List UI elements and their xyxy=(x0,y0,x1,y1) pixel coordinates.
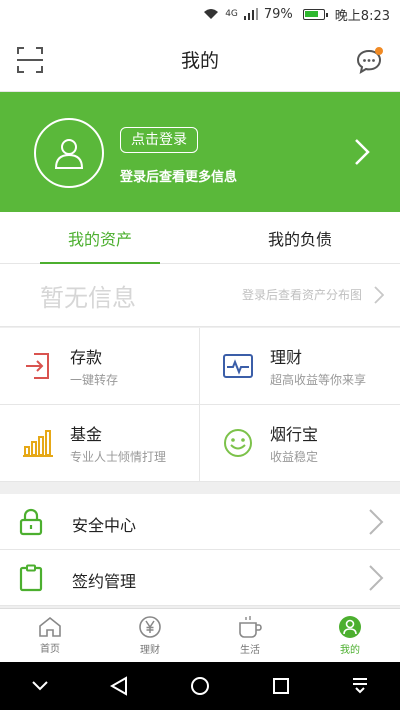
grid-item-finance[interactable]: 理财 超高收益等你来享 xyxy=(200,328,400,405)
user-avatar-icon xyxy=(54,139,84,169)
clock: 晚上8:23 xyxy=(334,8,390,24)
page-title: 我的 xyxy=(180,50,219,72)
bottom-tab-bar: 首页 理财 生活 我的 xyxy=(0,608,400,662)
yen-icon xyxy=(139,616,161,638)
battery-icon xyxy=(299,8,328,20)
tab-label: 首页 xyxy=(40,644,60,655)
product-grid: 存款 一键转存 理财 超高收益等你来享 基金 专业人士倾情打理 烟行宝 收益稳定 xyxy=(0,328,400,482)
notification-pull-icon[interactable] xyxy=(351,677,369,695)
recent-apps-icon[interactable] xyxy=(272,677,290,695)
grid-item-name: 理财 xyxy=(270,348,303,367)
tab-home[interactable]: 首页 xyxy=(0,609,100,662)
app-header: 我的 xyxy=(0,28,400,92)
back-icon[interactable] xyxy=(110,676,128,696)
system-nav-bar xyxy=(0,662,400,710)
signal-icon xyxy=(243,8,258,20)
grid-item-desc: 收益稳定 xyxy=(270,450,319,464)
chevron-right-icon xyxy=(369,565,384,591)
tab-label: 理财 xyxy=(140,645,160,656)
chevron-down-icon[interactable] xyxy=(31,680,49,692)
tab-mine[interactable]: 我的 xyxy=(300,609,400,662)
chevron-right-icon[interactable] xyxy=(354,138,370,166)
grid-item-name: 存款 xyxy=(70,348,103,367)
battery-level-fill xyxy=(304,10,319,17)
deposit-icon xyxy=(26,353,49,379)
message-icon[interactable] xyxy=(354,46,384,76)
user-icon xyxy=(339,616,361,638)
no-info-hint: 登录后查看资产分布图 xyxy=(241,288,362,302)
avatar[interactable] xyxy=(34,118,104,188)
grid-item-name: 基金 xyxy=(70,425,103,444)
settings-list: 安全中心 签约管理 xyxy=(0,494,400,606)
grid-item-fund[interactable]: 基金 专业人士倾情打理 xyxy=(0,405,200,482)
status-bar: 4G 79% 晚上8:23 xyxy=(0,0,400,28)
clipboard-icon xyxy=(19,564,43,592)
grid-item-desc: 超高收益等你来享 xyxy=(270,373,367,387)
tab-life[interactable]: 生活 xyxy=(200,609,300,662)
scan-icon[interactable] xyxy=(16,46,44,74)
asset-tabs: 我的资产 我的负债 xyxy=(0,212,400,264)
list-item-label: 签约管理 xyxy=(72,572,137,591)
notification-badge xyxy=(375,47,383,55)
grid-item-desc: 专业人士倾情打理 xyxy=(70,450,167,464)
chevron-right-icon xyxy=(374,286,384,304)
list-item-security-center[interactable]: 安全中心 xyxy=(0,494,400,550)
list-item-contract-management[interactable]: 签约管理 xyxy=(0,550,400,606)
signal-text: 4G xyxy=(225,9,238,19)
smile-icon xyxy=(224,429,252,457)
login-banner[interactable]: 点击登录 登录后查看更多信息 xyxy=(0,92,400,212)
login-hint: 登录后查看更多信息 xyxy=(120,170,238,185)
grid-item-desc: 一键转存 xyxy=(70,373,119,387)
grid-item-yanxingbao[interactable]: 烟行宝 收益稳定 xyxy=(200,405,400,482)
grid-item-deposit[interactable]: 存款 一键转存 xyxy=(0,328,200,405)
no-info-panel[interactable]: 暂无信息 登录后查看资产分布图 xyxy=(0,264,400,327)
wifi-icon xyxy=(203,8,219,20)
tab-my-assets[interactable]: 我的资产 xyxy=(0,212,200,264)
cup-icon xyxy=(239,616,262,638)
tab-label: 生活 xyxy=(240,645,260,656)
home-circle-icon[interactable] xyxy=(190,676,210,696)
no-info-title: 暂无信息 xyxy=(40,284,136,312)
tab-finance[interactable]: 理财 xyxy=(100,609,200,662)
grid-item-name: 烟行宝 xyxy=(270,425,319,444)
lock-icon xyxy=(19,508,43,536)
login-button[interactable]: 点击登录 xyxy=(120,127,198,153)
finance-icon xyxy=(223,354,253,378)
battery-percent: 79% xyxy=(263,6,293,22)
tab-my-liabilities[interactable]: 我的负债 xyxy=(200,212,400,263)
chevron-right-icon xyxy=(369,509,384,535)
home-icon xyxy=(39,616,61,637)
list-item-label: 安全中心 xyxy=(72,516,137,535)
fund-icon xyxy=(23,430,53,457)
tab-label: 我的 xyxy=(340,645,360,656)
